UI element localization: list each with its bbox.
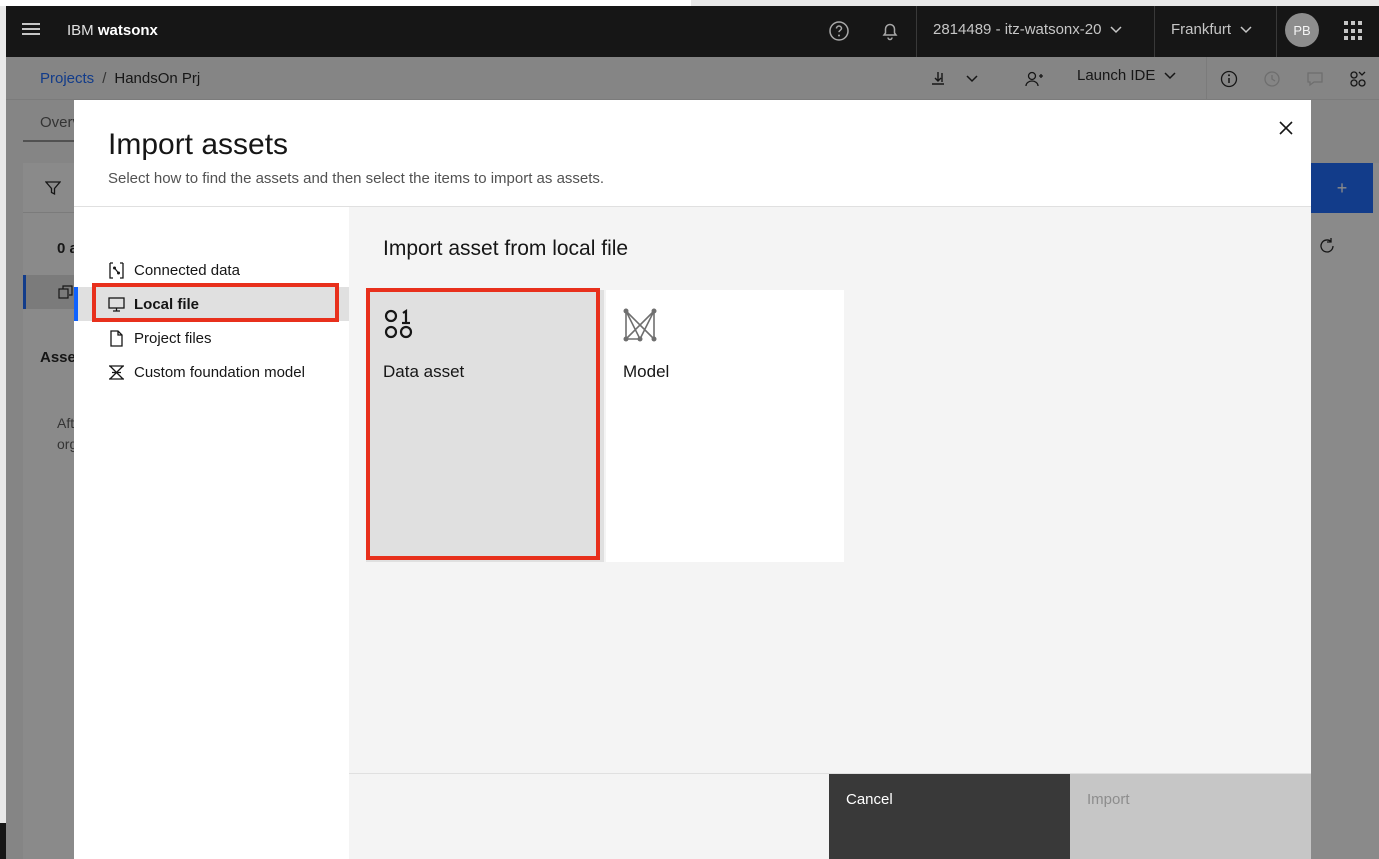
- sidebar-item-label: Project files: [134, 329, 212, 347]
- import-source-sidebar: Connected data Local file Project files …: [74, 207, 349, 859]
- modal-title: Import assets: [108, 128, 289, 161]
- chevron-down-icon: [1240, 25, 1252, 33]
- help-icon[interactable]: [826, 18, 852, 44]
- sidebar-item-project-files[interactable]: Project files: [74, 321, 349, 355]
- tile-data-asset[interactable]: Data asset: [366, 290, 604, 562]
- topbar-divider: [1154, 6, 1155, 57]
- import-content-area: Import asset from local file Data asset …: [349, 207, 1311, 859]
- import-assets-modal: Import assets Select how to find the ass…: [74, 100, 1311, 859]
- desktop-icon: [108, 296, 125, 313]
- foundation-model-icon: [108, 364, 125, 381]
- sidebar-item-label: Local file: [134, 295, 200, 313]
- tile-label: Data asset: [383, 362, 465, 381]
- sidebar-item-custom-foundation-model[interactable]: Custom foundation model: [74, 355, 349, 389]
- region-switcher[interactable]: Frankfurt: [1171, 21, 1253, 38]
- menu-icon[interactable]: [22, 23, 40, 37]
- brand-title: IBM watsonx: [67, 22, 158, 39]
- sidebar-item-connected-data[interactable]: Connected data: [74, 253, 349, 287]
- user-avatar[interactable]: PB: [1285, 13, 1319, 47]
- sidebar-item-label: Connected data: [134, 261, 240, 279]
- brand-name: watsonx: [97, 22, 158, 39]
- brand-prefix: IBM: [67, 22, 94, 39]
- data-asset-icon: [383, 308, 415, 345]
- close-icon[interactable]: [1273, 115, 1299, 141]
- topbar-divider: [916, 6, 917, 57]
- import-button[interactable]: Import: [1070, 774, 1311, 859]
- connected-data-icon: [108, 261, 125, 279]
- account-label: 2814489 - itz-watsonx-20: [933, 21, 1102, 38]
- model-icon: [623, 308, 657, 347]
- top-nav-bar: IBM watsonx 2814489 - itz-watsonx-20 Fra…: [6, 6, 1379, 57]
- account-switcher[interactable]: 2814489 - itz-watsonx-20: [933, 21, 1123, 38]
- notification-bell-icon[interactable]: [877, 18, 903, 44]
- tile-model[interactable]: Model: [606, 290, 844, 562]
- sidebar-item-label: Custom foundation model: [134, 363, 305, 381]
- sidebar-item-local-file[interactable]: Local file: [74, 287, 349, 321]
- chevron-down-icon: [1110, 25, 1122, 33]
- content-title: Import asset from local file: [383, 237, 629, 260]
- app-switcher-icon[interactable]: [1344, 21, 1364, 41]
- modal-subtitle: Select how to find the assets and then s…: [108, 170, 605, 187]
- topbar-divider: [1276, 6, 1277, 57]
- modal-footer: Cancel Import: [349, 773, 1311, 859]
- cancel-button[interactable]: Cancel: [829, 774, 1070, 859]
- document-icon: [108, 329, 125, 347]
- region-label: Frankfurt: [1171, 21, 1232, 38]
- tile-label: Model: [623, 362, 670, 381]
